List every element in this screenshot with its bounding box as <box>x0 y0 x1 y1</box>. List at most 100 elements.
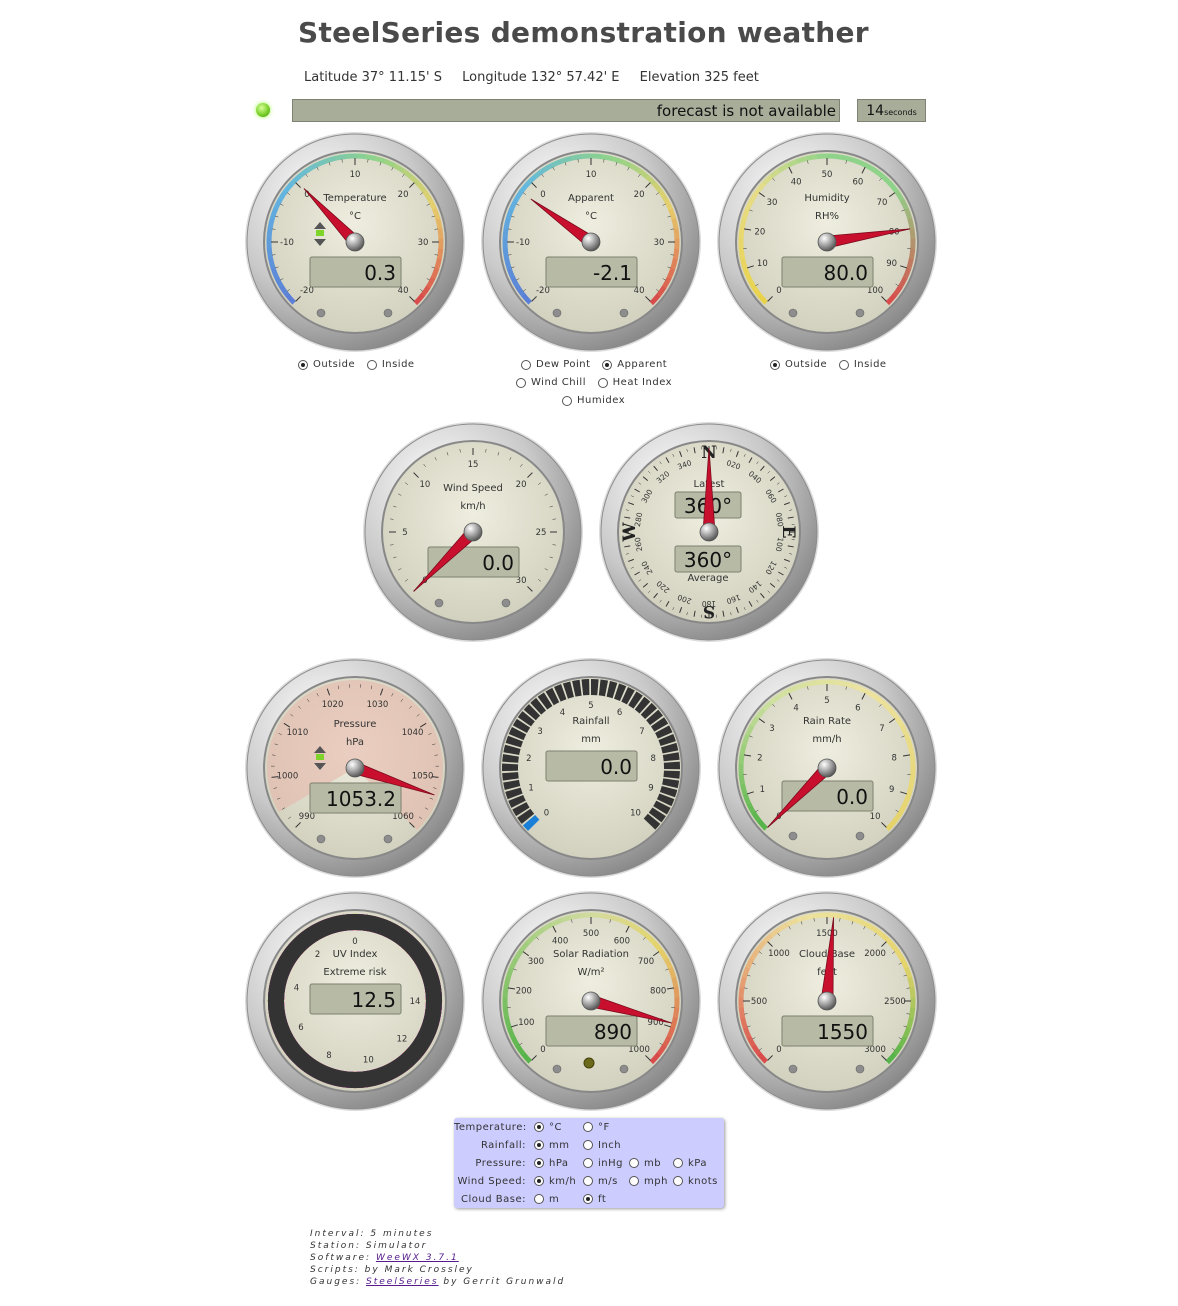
scale-band <box>324 155 337 164</box>
bar-segment <box>505 787 523 800</box>
scale-band <box>738 1006 746 1019</box>
scale-band <box>590 153 603 160</box>
minmax-led-icon <box>552 1064 562 1074</box>
wind-speed-value: 0.0 <box>482 551 514 575</box>
footer-gauges: Gauges: SteelSeries by Gerrit Grunwald <box>310 1276 565 1288</box>
temp-celsius-radio[interactable]: °C <box>534 1122 562 1133</box>
scale-band <box>435 217 443 230</box>
tick-label: 8 <box>651 754 656 764</box>
cloud-ft-radio[interactable]: ft <box>583 1194 606 1205</box>
footer-software-prefix: Software: <box>310 1253 376 1263</box>
tick-label: 500 <box>751 997 767 1007</box>
wind-kmh-radio[interactable]: km/h <box>534 1176 576 1187</box>
timer-unit: seconds <box>884 108 917 117</box>
scale-band <box>739 743 747 755</box>
scale-band <box>906 784 914 797</box>
scale-band <box>739 217 747 229</box>
scale-band <box>580 153 592 160</box>
humidity-outside-label: Outside <box>785 359 828 370</box>
bar-segment <box>650 717 669 732</box>
minmax-led-icon <box>855 1064 865 1074</box>
wind-speed-gauge: 051015202530Wind Speedkm/h0.0 <box>361 420 585 644</box>
cloud-m-radio[interactable]: m <box>534 1194 559 1205</box>
humidity-outside-radio[interactable]: Outside <box>770 359 827 370</box>
average-direction-value: 360° <box>684 548 732 572</box>
bar-segment <box>653 800 671 815</box>
cloud-ft-label: ft <box>598 1193 607 1205</box>
units-panel: Temperature: °C °F Rainfall: mm Inch Pre… <box>454 1118 724 1208</box>
rainfall-value: 0.0 <box>600 755 632 779</box>
humidex-radio[interactable]: Humidex <box>562 395 625 406</box>
units-pressure-label: Pressure: <box>475 1157 526 1169</box>
bar-segment <box>512 718 531 734</box>
temp-outside-radio[interactable]: Outside <box>298 359 355 370</box>
tick-label: 5 <box>588 701 593 711</box>
temp-fahrenheit-radio[interactable]: °F <box>583 1122 610 1133</box>
scale-band <box>836 913 849 920</box>
wind-mph-radio[interactable]: mph <box>629 1176 668 1187</box>
tick-label: 30 <box>418 238 429 248</box>
bar-segment <box>658 733 676 747</box>
tick-label: 50 <box>822 170 833 180</box>
bar-segment <box>646 709 664 726</box>
trend-steady-icon <box>316 754 324 760</box>
apparent-radio[interactable]: Apparent <box>602 359 667 370</box>
pressure-value: 1053.2 <box>326 787 396 811</box>
scale-band <box>344 153 356 160</box>
wind-ms-radio[interactable]: m/s <box>583 1176 618 1187</box>
tick-label: 3 <box>769 724 774 734</box>
wind-knots-radio[interactable]: knots <box>673 1176 718 1187</box>
tick-label: 800 <box>650 986 666 996</box>
units-cloud-label: Cloud Base: <box>461 1193 526 1205</box>
rain-mm-radio[interactable]: mm <box>534 1140 569 1151</box>
average-label: Average <box>687 573 728 584</box>
tick-label: 8 <box>326 1051 331 1061</box>
rain-inch-label: Inch <box>598 1139 622 1151</box>
units-wind-row: Wind Speed: km/h m/s mph knots <box>454 1173 724 1189</box>
bar-segment <box>606 681 618 699</box>
rain-inch-radio[interactable]: Inch <box>583 1140 621 1151</box>
bar-segment <box>613 683 627 701</box>
trend-steady-icon <box>316 230 324 236</box>
press-inhg-radio[interactable]: inHg <box>583 1158 623 1169</box>
bar-segment <box>621 687 635 705</box>
gauge-title: Humidity <box>804 193 849 204</box>
radio-unchecked-icon <box>583 1176 593 1186</box>
tick-label: 7 <box>639 727 644 737</box>
weewx-link[interactable]: WeeWX 3.7.1 <box>376 1253 459 1263</box>
radio-unchecked-icon <box>673 1158 683 1168</box>
tick-label: 40 <box>634 286 645 296</box>
scale-band <box>846 155 859 164</box>
scale-band <box>374 155 387 164</box>
radio-unchecked-icon <box>673 1176 683 1186</box>
tick-label: 90 <box>886 259 897 269</box>
radio-unchecked-icon <box>583 1140 593 1150</box>
bar-segment <box>643 813 661 830</box>
dew-point-radio[interactable]: Dew Point <box>521 359 591 370</box>
tick-label: 10 <box>420 480 431 490</box>
gauge-svg: 0200400600801001201401601802002202402602… <box>599 422 819 642</box>
scale-band <box>806 913 818 920</box>
press-hpa-radio[interactable]: hPa <box>534 1158 569 1169</box>
tick-label: 10 <box>586 170 597 180</box>
temp-inside-radio[interactable]: Inside <box>366 359 415 370</box>
tick-label: 40 <box>791 177 802 187</box>
tick-label: 4 <box>793 703 798 713</box>
tick-label: 2 <box>526 754 531 764</box>
heat-index-radio[interactable]: Heat Index <box>597 377 672 388</box>
press-kpa-radio[interactable]: kPa <box>673 1158 707 1169</box>
tick-label: 700 <box>638 957 654 967</box>
humidity-value: 80.0 <box>823 261 868 285</box>
bar-segment <box>545 687 560 706</box>
needle-hub <box>345 758 365 778</box>
steelseries-link[interactable]: SteelSeries <box>366 1277 439 1287</box>
humidity-inside-radio[interactable]: Inside <box>838 359 887 370</box>
gauge-unit: km/h <box>460 501 485 512</box>
needle-hub <box>699 522 719 542</box>
scale-band <box>436 248 444 261</box>
scale-band <box>560 155 573 164</box>
press-mb-radio[interactable]: mb <box>629 1158 661 1169</box>
tick-label: 20 <box>516 480 527 490</box>
wind-chill-radio[interactable]: Wind Chill <box>516 377 586 388</box>
scale-band <box>907 743 915 756</box>
